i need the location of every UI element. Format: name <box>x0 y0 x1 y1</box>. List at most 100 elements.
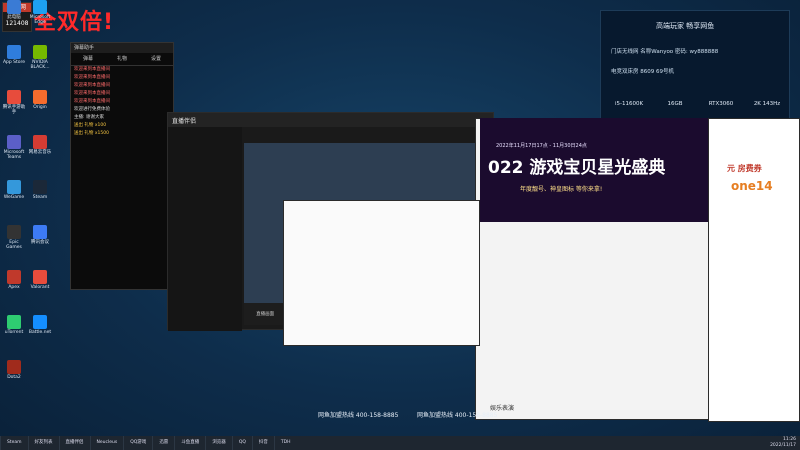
desktop-icon[interactable]: Microsoft Edge <box>28 0 52 25</box>
danmaku-tab[interactable]: 礼物 <box>105 53 139 65</box>
danmaku-tab[interactable]: 设置 <box>139 53 173 65</box>
live-control-button[interactable]: 直播画面 <box>256 311 274 317</box>
taskbar-item[interactable]: QQ游戏 <box>123 436 152 450</box>
clock-date: 2022/11/17 <box>770 443 796 448</box>
live-app-titlebar: 直播伴侣 <box>168 113 493 127</box>
stream-tag-id: 121408 <box>5 20 29 27</box>
danmaku-panel[interactable]: 弹幕助手 弹幕 礼物 设置 欢迎来到本直播间 欢迎来到本直播间 欢迎来到本直播间 欢迎来到… <box>70 42 174 290</box>
danmaku-message: 欢迎来到本直播间 <box>74 75 110 80</box>
desktop-icon-label: 此电脑 <box>7 15 21 20</box>
desktop-icon-label: Valorant <box>30 285 50 290</box>
danmaku-tab[interactable]: 弹幕 <box>71 53 105 65</box>
desktop-icon-label: Battle.net <box>28 330 52 335</box>
taskbar-item[interactable]: Steam <box>0 436 28 450</box>
app-icon <box>7 315 21 329</box>
app-icon <box>33 135 47 149</box>
live-app-title: 直播伴侣 <box>172 117 197 125</box>
venue-brand: 高端玩家 畅享网鱼 <box>656 22 715 30</box>
spec-item: 2K 143Hz <box>753 101 781 107</box>
taskbar-item[interactable]: 浏览器 <box>205 436 232 450</box>
desktop-icon[interactable]: uTorrent <box>2 315 26 335</box>
taskbar-item[interactable]: 直播伴侣 <box>58 436 90 450</box>
danmaku-message: 送出 礼物 x1500 <box>74 131 109 136</box>
desktop-icon[interactable]: Origin <box>28 90 52 110</box>
taskbar-item[interactable]: TDH <box>273 436 297 450</box>
stream-room-window[interactable] <box>283 200 480 346</box>
app-icon <box>33 90 47 104</box>
spec-item: RTX3060 <box>708 101 734 107</box>
desktop-icon[interactable]: Epic Games <box>2 225 26 250</box>
desktop-icon[interactable]: Battle.net <box>28 315 52 335</box>
danmaku-tabs: 弹幕 礼物 设置 <box>71 53 173 66</box>
live-app-sidebar[interactable] <box>168 127 242 331</box>
desktop-icon[interactable]: App Store <box>2 45 26 65</box>
desktop-icon-label: 腾讯会议 <box>31 240 49 245</box>
app-icon <box>7 45 21 59</box>
app-icon <box>33 225 47 239</box>
spec-item: 16GB <box>667 101 683 107</box>
danmaku-message: 主播: 谢谢大家 <box>74 115 104 120</box>
taskbar-item[interactable]: 抖音 <box>251 436 274 450</box>
danmaku-header: 弹幕助手 <box>71 43 173 53</box>
desktop-icon[interactable]: Valorant <box>28 270 52 290</box>
desktop-icon[interactable]: Apex <box>2 270 26 290</box>
taskbar-clock[interactable]: 11:26 2022/11/17 <box>770 437 796 449</box>
event-banner[interactable]: 2022年11月17日17点 - 11月30日24点 022 游戏宝贝星光盛典 … <box>480 118 708 222</box>
event-date: 2022年11月17日17点 - 11月30日24点 <box>496 143 587 149</box>
desktop-icon[interactable]: Steam <box>28 180 52 200</box>
desktop-icon-label: Microsoft Edge <box>29 15 51 25</box>
promo-label: 元 房费券 <box>727 164 762 173</box>
app-icon <box>33 0 47 14</box>
desktop-icon-label: uTorrent <box>4 330 24 335</box>
venue-info-panel: 高端玩家 畅享网鱼 门店无线网 名称Wanyoo 密码: wy888888 电竞… <box>600 10 790 130</box>
desktop-icon[interactable]: WeGame <box>2 180 26 200</box>
desktop-icon-label: Epic Games <box>6 240 22 250</box>
app-icon <box>7 360 21 374</box>
desktop-icon[interactable]: Dota2 <box>2 360 26 380</box>
room-row: 电竞双床房 8609 69号机 <box>611 69 674 75</box>
danmaku-messages: 欢迎来到本直播间 欢迎来到本直播间 欢迎来到本直播间 欢迎来到本直播间 欢迎来到本直播间… <box>71 66 173 138</box>
app-icon <box>33 180 47 194</box>
desktop-icon-label: Dota2 <box>7 375 21 380</box>
danmaku-message: 送出 礼物 x100 <box>74 123 107 128</box>
app-icon <box>7 270 21 284</box>
app-icon <box>7 90 21 104</box>
desktop-icon[interactable]: 腾讯手游助手 <box>2 90 26 115</box>
desktop-icon[interactable]: 此电脑 <box>2 0 26 20</box>
danmaku-message: 欢迎来到本直播间 <box>74 91 110 96</box>
taskbar-item[interactable]: 斗鱼直播 <box>174 436 205 450</box>
danmaku-message: 欢迎进行免费体验 <box>74 107 110 112</box>
franchise-phone-2: 网鱼加盟热线 400-158-8885 <box>417 412 498 419</box>
event-title: 022 游戏宝贝星光盛典 <box>488 158 666 178</box>
danmaku-message: 欢迎来到本直播间 <box>74 99 110 104</box>
taskbar-item[interactable]: QQ <box>231 436 252 450</box>
app-icon <box>7 180 21 194</box>
desktop-icon-label: Steam <box>32 195 48 200</box>
desktop-icon-label: Microsoft Teams <box>3 150 25 160</box>
app-icon <box>7 135 21 149</box>
franchise-phone: 网鱼加盟热线 400-158-8885 <box>318 412 399 419</box>
taskbar-item[interactable]: 迅雷 <box>152 436 174 450</box>
spec-item: i5-11600K <box>614 101 644 107</box>
promo-badge: one14 <box>731 179 773 193</box>
desktop-icon-label: App Store <box>2 60 26 65</box>
desktop-icon-label: WeGame <box>3 195 25 200</box>
taskbar-item[interactable]: Neucleus <box>89 436 124 450</box>
desktop-icon-label: Apex <box>8 285 20 290</box>
app-icon <box>7 225 21 239</box>
desktop-icon[interactable]: 网易云音乐 <box>28 135 52 155</box>
app-icon <box>33 315 47 329</box>
desktop-icon-label: 腾讯手游助手 <box>2 105 26 115</box>
desktop-icon-label: Origin <box>33 105 47 110</box>
side-panel: 元 房费券 one14 <box>708 118 800 422</box>
desktop-icon[interactable]: Microsoft Teams <box>2 135 26 160</box>
desktop-icon[interactable]: 腾讯会议 <box>28 225 52 245</box>
taskbar-item[interactable]: 好友列表 <box>27 436 59 450</box>
desktop-icon[interactable]: NVIDIA BLACK... <box>28 45 52 70</box>
danmaku-message: 欢迎来到本直播间 <box>74 83 110 88</box>
wifi-row: 门店无线网 名称Wanyoo 密码: wy888888 <box>611 49 719 55</box>
app-icon <box>33 270 47 284</box>
app-icon <box>7 0 21 14</box>
desktop-icon-label: 网易云音乐 <box>28 150 52 155</box>
danmaku-message: 欢迎来到本直播间 <box>74 67 110 72</box>
